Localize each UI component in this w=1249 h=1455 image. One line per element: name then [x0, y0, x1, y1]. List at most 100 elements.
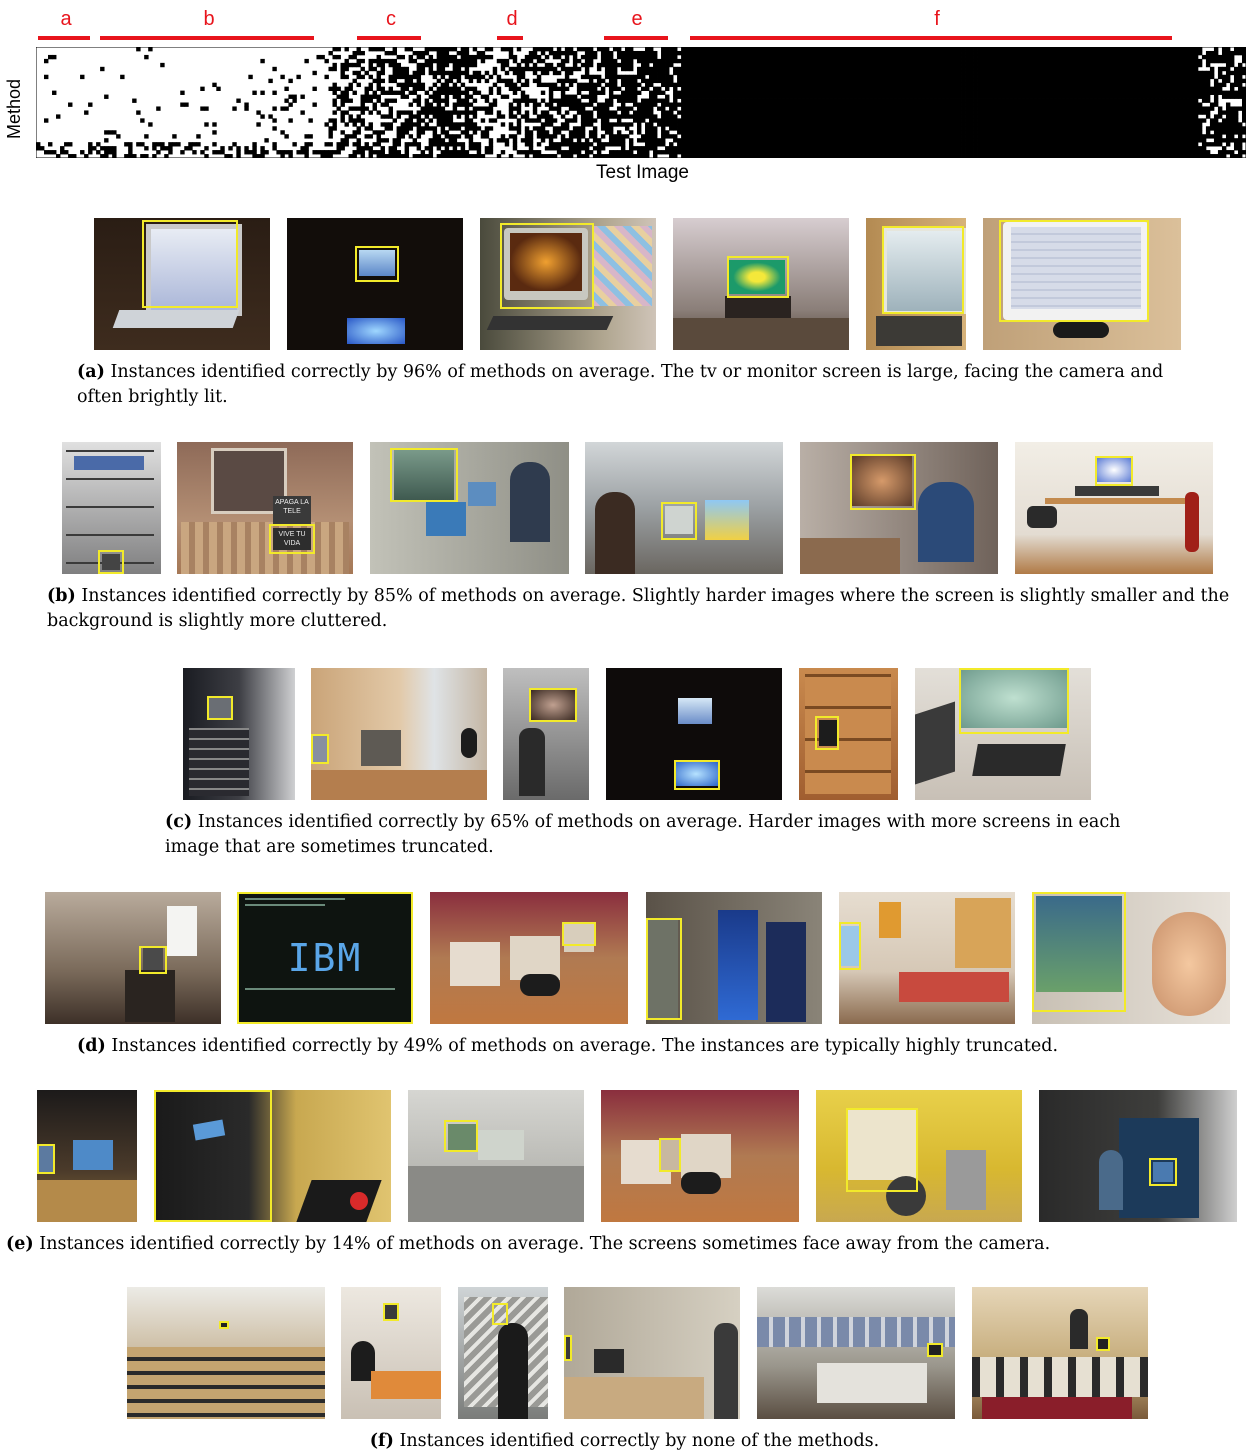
- heatmap-cell: [933, 122, 938, 127]
- heatmap-cell: [981, 138, 986, 143]
- heatmap-cell: [1001, 142, 1007, 147]
- heatmap-cell: [1149, 74, 1155, 80]
- heatmap-cell: [825, 47, 830, 52]
- heatmap-cell: [645, 110, 650, 115]
- heatmap-cell: [681, 66, 686, 72]
- heatmap-cell: [789, 138, 794, 143]
- heatmap-cell: [1021, 62, 1027, 68]
- heatmap-cell: [1069, 62, 1075, 68]
- heatmap-cell: [857, 106, 862, 111]
- heatmap-cell: [1125, 70, 1131, 76]
- heatmap-cell: [877, 110, 882, 115]
- heatmap-cell: [973, 154, 978, 158]
- heatmap-cell: [881, 66, 886, 72]
- heatmap-cell: [576, 47, 582, 52]
- heatmap-cell: [857, 102, 862, 107]
- heatmap-cell: [1125, 114, 1131, 119]
- heatmap-cell: [48, 150, 53, 155]
- heatmap-cell: [1073, 122, 1079, 127]
- heatmap-cell: [556, 86, 562, 91]
- heatmap-cell: [985, 94, 990, 99]
- heatmap-cell: [1045, 154, 1051, 158]
- heatmap-cell: [1109, 134, 1115, 139]
- heatmap-cell: [1065, 98, 1071, 103]
- heatmap-cell: [212, 122, 217, 127]
- heatmap-cell: [897, 122, 902, 127]
- heatmap-cell: [1081, 154, 1087, 158]
- heatmap-cell: [673, 102, 678, 107]
- heatmap-cell: [548, 142, 554, 147]
- heatmap-cell: [1061, 47, 1067, 52]
- heatmap-cell: [424, 62, 430, 68]
- heatmap-cell: [941, 106, 946, 111]
- heatmap-cell: [873, 50, 878, 56]
- heatmap-cell: [801, 106, 806, 111]
- heatmap-cell: [933, 126, 938, 131]
- heatmap-cell: [905, 134, 910, 139]
- heatmap-cell: [1005, 126, 1011, 131]
- heatmap-cell: [476, 78, 482, 84]
- heatmap-cell: [681, 154, 686, 158]
- heatmap-cell: [885, 62, 890, 68]
- heatmap-cell: [1049, 146, 1055, 151]
- heatmap-cell: [777, 66, 782, 72]
- heatmap-cell: [669, 58, 674, 64]
- heatmap-cell: [745, 78, 750, 84]
- heatmap-cell: [953, 134, 958, 139]
- heatmap-cell: [873, 154, 878, 158]
- heatmap-cell: [448, 78, 454, 84]
- heatmap-cell: [1029, 74, 1035, 80]
- heatmap-cell: [681, 94, 686, 99]
- heatmap-cell: [1017, 47, 1023, 52]
- heatmap-cell: [945, 138, 950, 143]
- heatmap-cell: [1125, 142, 1131, 147]
- heatmap-cell: [733, 126, 738, 131]
- heatmap-cell: [681, 47, 686, 52]
- heatmap-cell: [1057, 130, 1063, 135]
- heatmap-cell: [476, 90, 482, 95]
- heatmap-cell: [865, 142, 870, 147]
- heatmap-cell: [749, 86, 754, 91]
- heatmap-cell: [1025, 66, 1031, 72]
- heatmap-cell: [881, 122, 886, 127]
- heatmap-cell: [328, 66, 333, 72]
- heatmap-cell: [821, 126, 826, 131]
- heatmap-cell: [1037, 82, 1043, 88]
- heatmap-cell: [1065, 154, 1071, 158]
- heatmap-cell: [508, 47, 514, 52]
- heatmap-cell: [452, 142, 458, 147]
- heatmap-cell: [1037, 134, 1043, 139]
- heatmap-cell: [965, 154, 970, 158]
- heatmap-cell: [1101, 74, 1107, 80]
- heatmap-cell: [725, 47, 730, 52]
- heatmap-cell: [420, 62, 426, 68]
- heatmap-cell: [673, 150, 678, 155]
- heatmap-cell: [560, 86, 566, 91]
- heatmap-cell: [813, 74, 818, 80]
- heatmap-cell: [869, 114, 874, 119]
- heatmap-cell: [925, 94, 930, 99]
- heatmap-cell: [476, 146, 482, 151]
- heatmap-cell: [745, 47, 750, 52]
- heatmap-cell: [344, 134, 349, 139]
- heatmap-cell: [272, 126, 277, 131]
- heatmap-cell: [845, 138, 850, 143]
- heatmap-cell: [528, 138, 534, 143]
- heatmap-cell: [717, 82, 722, 88]
- heatmap-cell: [1141, 122, 1147, 127]
- heatmap-cell: [440, 122, 446, 127]
- heatmap-cell: [1069, 47, 1075, 52]
- heatmap-cell: [1113, 66, 1119, 72]
- heatmap-cell: [869, 102, 874, 107]
- heatmap-cell: [1089, 146, 1095, 151]
- heatmap-cell: [669, 118, 674, 123]
- heatmap-cell: [1073, 106, 1079, 111]
- heatmap-cell: [797, 50, 802, 56]
- heatmap-cell: [1065, 82, 1071, 88]
- heatmap-cell: [1041, 90, 1047, 95]
- heatmap-cell: [785, 154, 790, 158]
- heatmap-cell: [905, 154, 910, 158]
- heatmap-cell: [685, 47, 690, 52]
- heatmap-cell: [396, 150, 402, 155]
- heatmap-cell: [801, 62, 806, 68]
